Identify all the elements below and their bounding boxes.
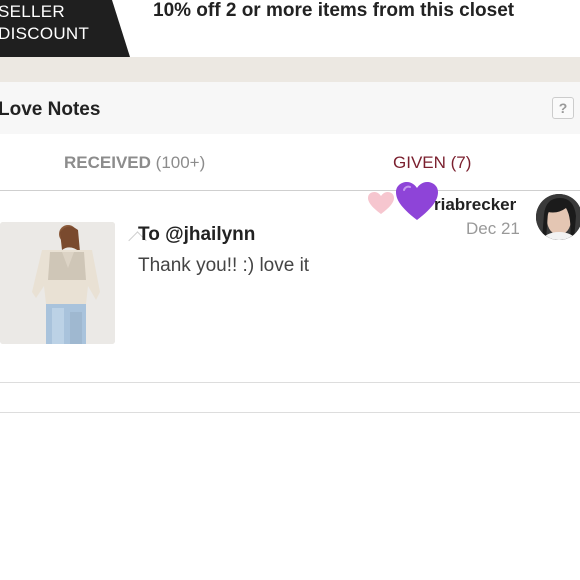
purple-heart-icon bbox=[396, 182, 438, 220]
love-notes-title: Love Notes bbox=[0, 99, 101, 120]
note-message: Thank you!! :) love it bbox=[138, 255, 310, 276]
sender-avatar[interactable] bbox=[536, 194, 580, 240]
note-date: Dec 21 bbox=[466, 219, 520, 238]
listing-thumbnail[interactable] bbox=[0, 222, 115, 344]
badge-line-1: SELLER bbox=[0, 2, 66, 21]
sweater-photo bbox=[0, 222, 115, 344]
promo-text: 10% off 2 or more items from this closet bbox=[153, 0, 515, 21]
note-recipient[interactable]: To @jhailynn bbox=[138, 224, 255, 246]
tab-received[interactable]: RECEIVED (100+) bbox=[64, 153, 205, 173]
section-divider bbox=[0, 57, 580, 82]
love-notes-card: Love Notes ? RECEIVED (100+) GIVEN (7) T… bbox=[0, 82, 580, 413]
tab-received-label: RECEIVED bbox=[64, 153, 151, 172]
love-notes-header: Love Notes ? bbox=[0, 82, 580, 135]
tab-given[interactable]: GIVEN (7) bbox=[393, 153, 471, 173]
love-notes-tabs: RECEIVED (100+) GIVEN (7) bbox=[0, 134, 580, 250]
seller-discount-badge: SELLER DISCOUNT bbox=[0, 0, 130, 57]
sender-username[interactable]: riabrecker bbox=[434, 195, 516, 215]
help-icon[interactable]: ? bbox=[552, 97, 574, 119]
seller-discount-banner: SELLER DISCOUNT 10% off 2 or more items … bbox=[0, 0, 580, 57]
pink-heart-icon bbox=[368, 192, 394, 214]
avatar-photo bbox=[536, 194, 580, 240]
tab-received-count: (100+) bbox=[155, 153, 206, 172]
badge-line-2: DISCOUNT bbox=[0, 24, 90, 43]
